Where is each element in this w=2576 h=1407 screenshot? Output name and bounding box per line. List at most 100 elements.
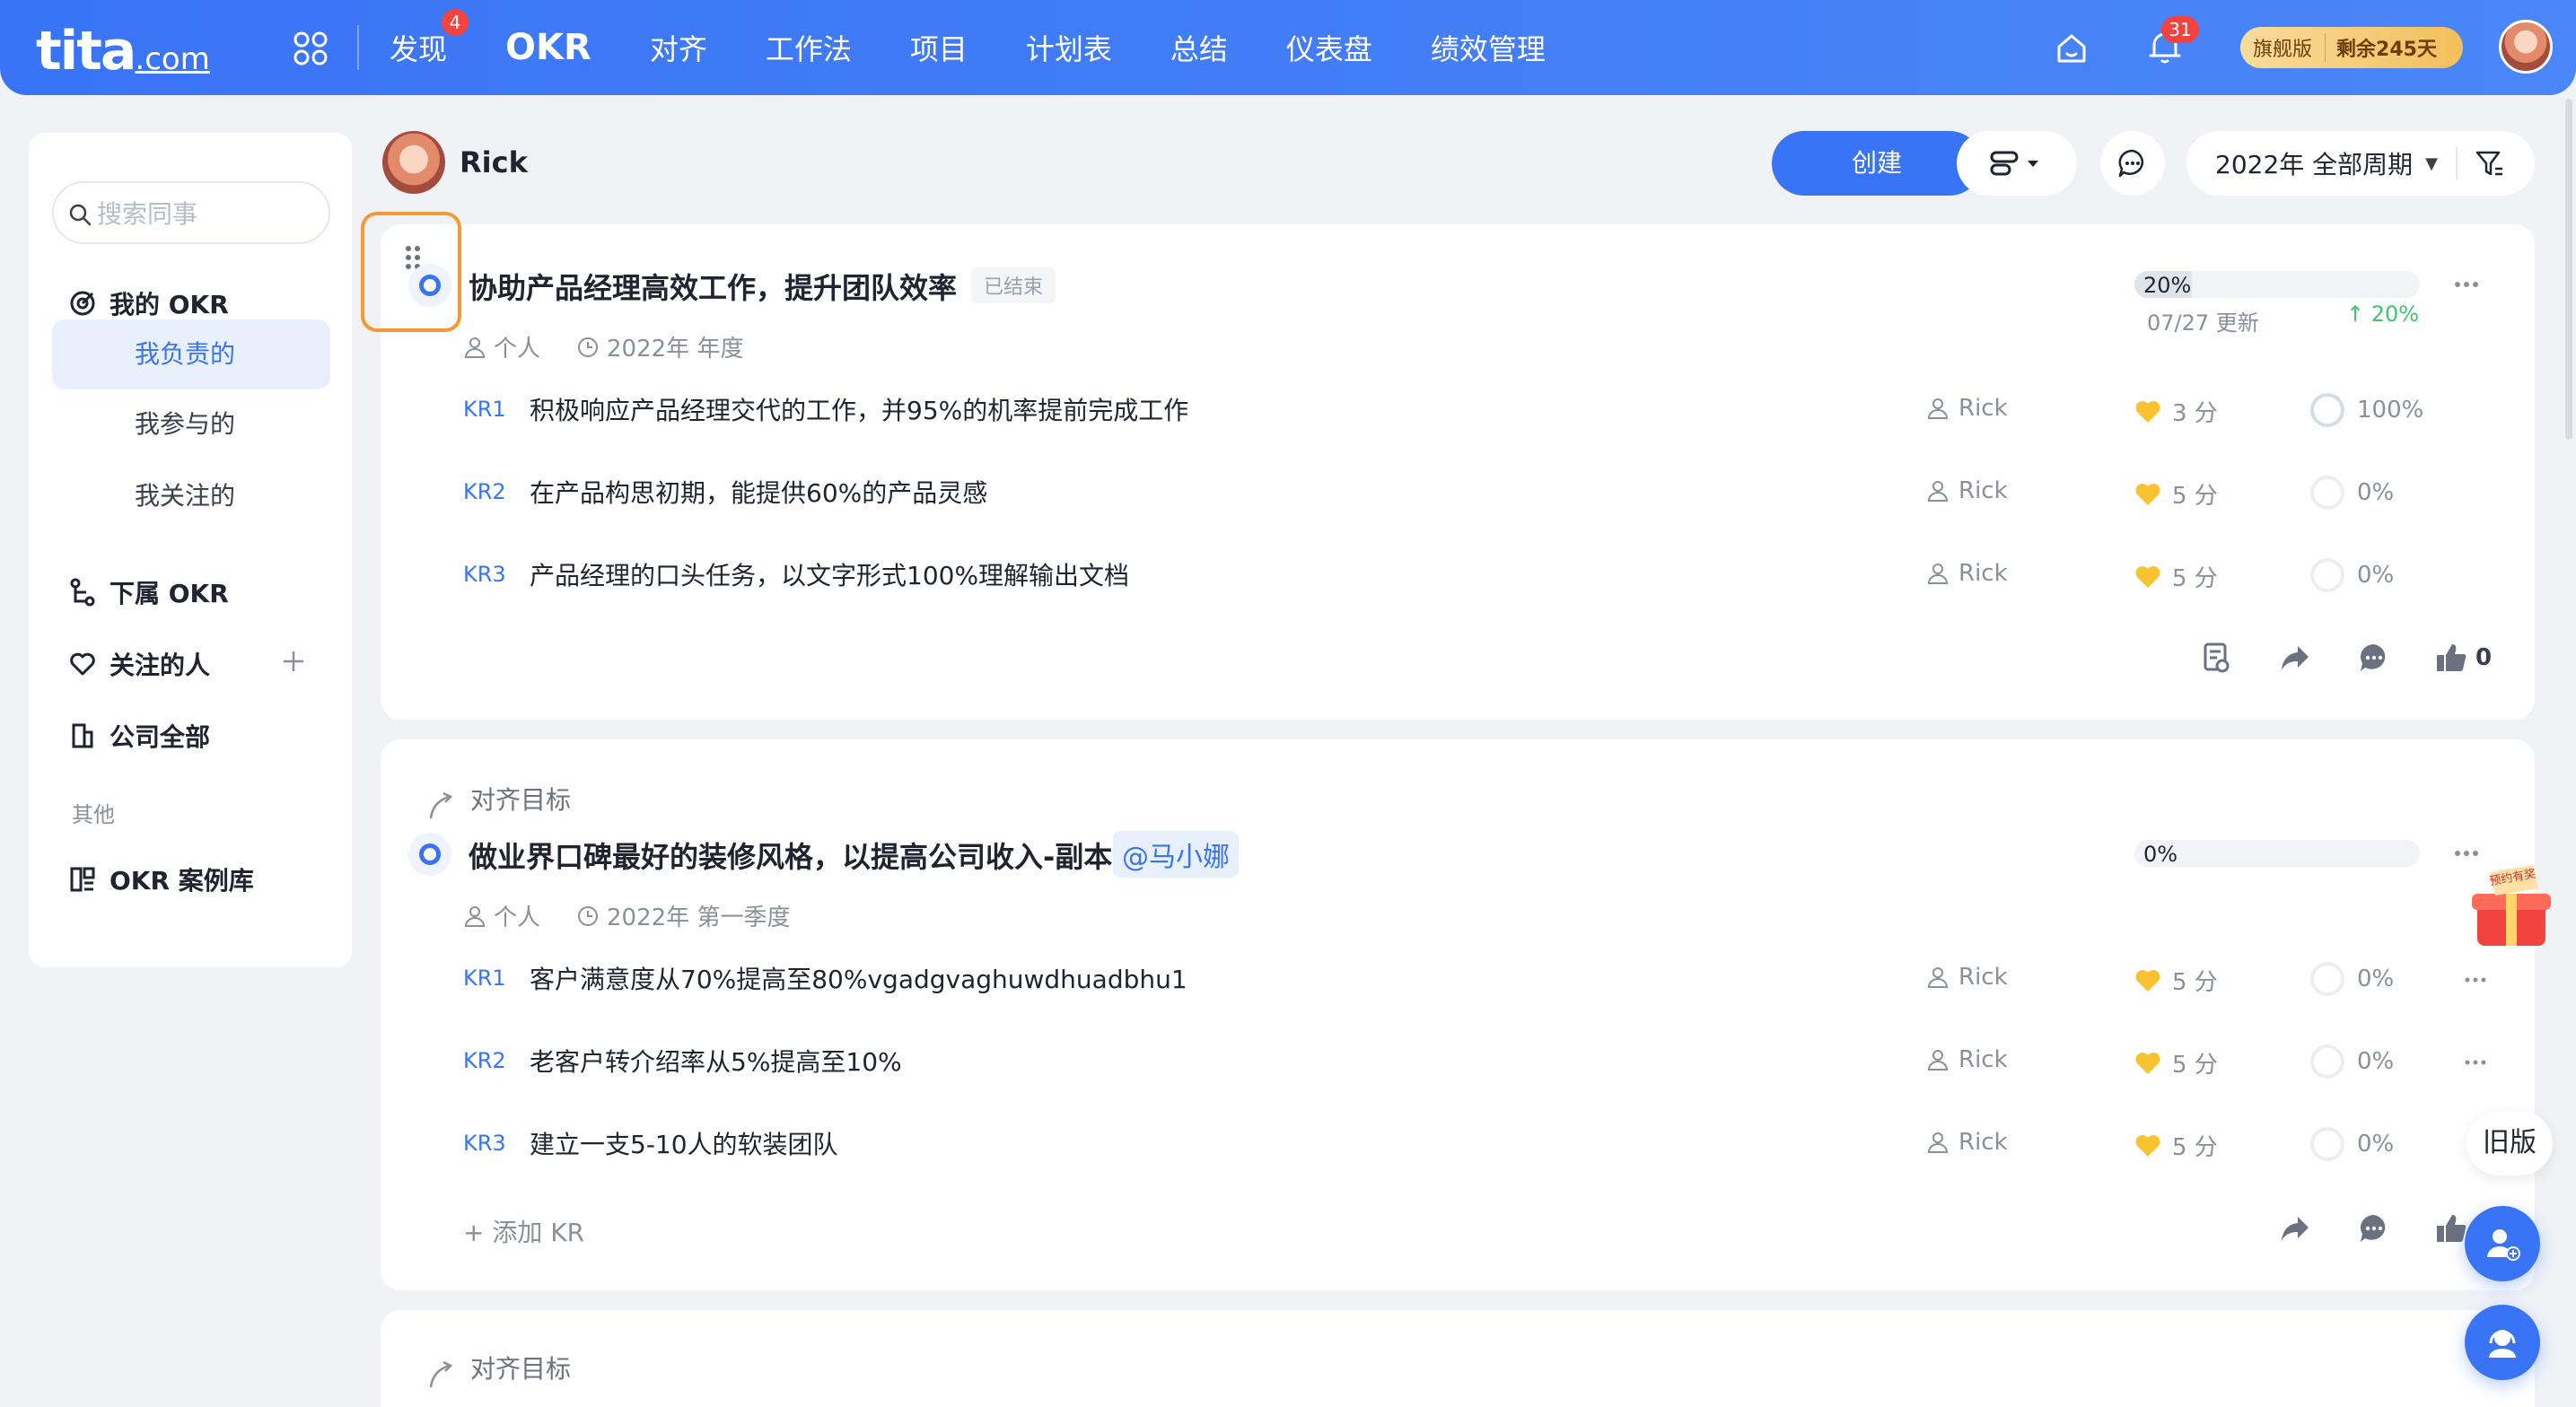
report-icon[interactable] (2199, 641, 2233, 675)
align-target-label[interactable]: 对齐目标 (425, 1344, 571, 1391)
chevron-down-icon: ▼ (2425, 153, 2439, 173)
user-plus-icon (2487, 1229, 2520, 1261)
progress-delta: ↑ 20% (2346, 302, 2420, 327)
nav-okr[interactable]: OKR (505, 27, 591, 68)
create-button[interactable]: 创建 (1772, 131, 1982, 196)
nav-discover[interactable]: 发现 4 (390, 9, 469, 68)
sidebar-my-okr[interactable]: 我的 OKR (68, 285, 229, 321)
kr-score[interactable]: 5 分 (2134, 477, 2218, 511)
user-assist-fab[interactable] (2465, 1206, 2540, 1281)
kr-text[interactable]: 建立一支5-10人的软装团队 (530, 1125, 838, 1161)
kr-owner[interactable]: Rick (1926, 395, 2008, 422)
kr-row[interactable]: KR1 客户满意度从70%提高至80%vgadgvaghuwdhuadbhu1 … (463, 957, 2492, 1001)
share-icon[interactable] (2278, 1211, 2312, 1245)
kr-progress[interactable]: 0% (2310, 962, 2394, 996)
kr-score[interactable]: 5 分 (2134, 964, 2218, 997)
sidebar-item-owned[interactable]: 我负责的 (52, 319, 330, 389)
sidebar-item-followed[interactable]: 我关注的 (52, 461, 330, 531)
comment-button[interactable] (2100, 131, 2165, 196)
kr-owner[interactable]: Rick (1926, 964, 2008, 991)
search-input[interactable]: 搜索同事 (52, 181, 330, 244)
view-list-icon (1990, 151, 2038, 176)
nav-plans[interactable]: 计划表 (1026, 27, 1112, 68)
nav-align[interactable]: 对齐 (650, 27, 707, 68)
like-icon[interactable] (2434, 1211, 2468, 1245)
page-scrollbar[interactable] (2565, 99, 2572, 440)
kr-id: KR3 (463, 562, 506, 587)
kr-row[interactable]: KR2 在产品构思初期，能提供60%的产品灵感 Rick 5 分 0% (463, 470, 2492, 515)
kr-owner[interactable]: Rick (1926, 1129, 2008, 1156)
kr-progress[interactable]: 0% (2310, 476, 2394, 510)
gift-promo-icon[interactable]: 预约有奖 (2456, 861, 2567, 951)
nav-summary[interactable]: 总结 (1170, 27, 1228, 68)
kr-row[interactable]: KR3 产品经理的口头任务，以文字形式100%理解输出文档 Rick 5 分 0… (463, 553, 2492, 598)
kr-row[interactable]: KR3 建立一支5-10人的软装团队 Rick 5 分 0% (463, 1122, 2492, 1167)
sidebar-followed-people[interactable]: 关注的人 (68, 646, 210, 682)
comment-icon[interactable] (2357, 1211, 2391, 1245)
more-options-icon[interactable] (2454, 849, 2479, 858)
progress-ring (2310, 558, 2344, 592)
kr-text[interactable]: 老客户转介绍率从5%提高至10% (530, 1043, 902, 1079)
kr-progress[interactable]: 0% (2310, 558, 2394, 592)
update-time: 07/27 更新 (2147, 310, 2259, 336)
kr-text[interactable]: 客户满意度从70%提高至80%vgadgvaghuwdhuadbhu1 (530, 960, 1187, 996)
mention-tag[interactable]: @马小娜 (1113, 831, 1239, 878)
kr-owner[interactable]: Rick (1926, 1046, 2008, 1073)
sidebar-item-participated[interactable]: 我参与的 (52, 389, 330, 459)
old-version-button[interactable]: 旧版 (2466, 1111, 2553, 1175)
nav-methods[interactable]: 工作法 (766, 27, 852, 68)
kr-row[interactable]: KR1 积极响应产品经理交代的工作，并95%的机率提前完成工作 Rick 3 分… (463, 388, 2492, 433)
like-icon[interactable] (2434, 641, 2468, 675)
period-divider (2456, 147, 2458, 179)
align-arrow-icon (429, 1360, 453, 1388)
kr-progress[interactable]: 0% (2310, 1127, 2394, 1161)
objective-title[interactable]: 做业界口碑最好的装修风格，以提高公司收入-副本 (469, 835, 1112, 876)
nav-dashboard[interactable]: 仪表盘 (1286, 27, 1372, 68)
objective-title[interactable]: 协助产品经理高效工作，提升团队效率 (469, 266, 957, 307)
apps-grid-icon[interactable] (293, 31, 329, 66)
top-nav-bar: tita.com 发现 4 OKR 对齐 工作法 项目 计划表 总结 仪表盘 绩… (0, 0, 2576, 95)
objective-progress-bar[interactable]: 0% (2134, 840, 2420, 867)
nav-projects[interactable]: 项目 (910, 27, 968, 68)
kr-text[interactable]: 产品经理的口头任务，以文字形式100%理解输出文档 (530, 556, 1129, 592)
person-icon (1927, 398, 1949, 419)
align-arrow-icon (429, 791, 453, 819)
align-target-label[interactable]: 对齐目标 (425, 775, 571, 822)
sidebar: 搜索同事 我的 OKR 我负责的 我参与的 我关注的 下属 OKR 关注的人 公… (29, 133, 352, 967)
kr-score[interactable]: 5 分 (2134, 1046, 2218, 1079)
comment-icon[interactable] (2357, 641, 2391, 675)
objective-progress-bar[interactable]: 20% (2134, 271, 2420, 298)
share-icon[interactable] (2278, 641, 2312, 675)
kr-owner[interactable]: Rick (1926, 477, 2008, 504)
user-avatar-top[interactable] (2499, 20, 2553, 74)
kr-more-icon[interactable] (2465, 1059, 2486, 1066)
home-icon[interactable] (2054, 31, 2090, 66)
customer-service-fab[interactable] (2465, 1305, 2540, 1380)
kr-more-icon[interactable] (2465, 976, 2486, 983)
person-icon (1927, 1132, 1949, 1153)
add-kr-button[interactable]: + 添加 KR (463, 1213, 584, 1249)
filter-icon[interactable] (2474, 147, 2506, 179)
kr-owner[interactable]: Rick (1926, 560, 2008, 587)
kr-score[interactable]: 5 分 (2134, 560, 2218, 593)
kr-row[interactable]: KR2 老客户转介绍率从5%提高至10% Rick 5 分 0% (463, 1039, 2492, 1084)
main-nav: 发现 4 OKR 对齐 工作法 项目 计划表 总结 仪表盘 绩效管理 (390, 0, 1604, 95)
kr-text[interactable]: 在产品构思初期，能提供60%的产品灵感 (530, 474, 987, 510)
sidebar-company-all[interactable]: 公司全部 (68, 718, 210, 754)
more-options-icon[interactable] (2454, 280, 2479, 289)
heart-icon (70, 652, 95, 676)
nav-performance[interactable]: 绩效管理 (1431, 27, 1546, 68)
sidebar-okr-library[interactable]: OKR 案例库 (68, 861, 254, 897)
kr-progress[interactable]: 0% (2310, 1044, 2394, 1079)
kr-score[interactable]: 5 分 (2134, 1129, 2218, 1162)
add-followed-icon[interactable] (280, 648, 307, 675)
plan-badge[interactable]: 旗舰版 剩余245天 (2240, 27, 2463, 68)
sidebar-subordinate-okr[interactable]: 下属 OKR (68, 574, 229, 610)
tita-logo[interactable]: tita.com (36, 20, 210, 83)
kr-progress[interactable]: 100% (2310, 393, 2423, 427)
person-icon (1927, 1050, 1949, 1071)
kr-score[interactable]: 3 分 (2134, 395, 2218, 428)
period-selector[interactable]: 2022年 全部周期 ▼ (2186, 131, 2535, 196)
kr-text[interactable]: 积极响应产品经理交代的工作，并95%的机率提前完成工作 (530, 391, 1188, 427)
view-switch-button[interactable] (1957, 131, 2077, 196)
